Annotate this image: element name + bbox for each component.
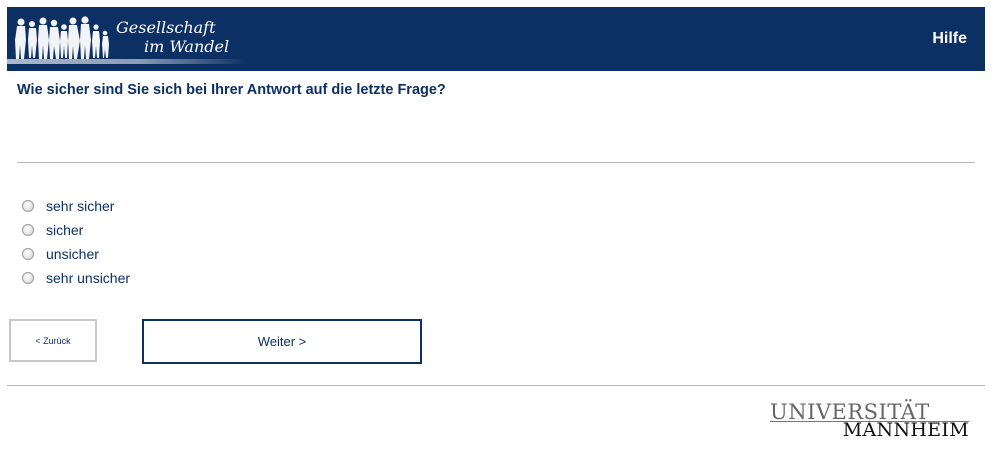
option-label: sehr sicher [46, 198, 115, 214]
logo-title-line2: im Wandel [144, 37, 230, 56]
answer-options: sehr sicher sicher unsicher sehr unsiche… [20, 194, 130, 290]
divider [17, 162, 975, 163]
radio-button[interactable] [22, 272, 34, 284]
radio-button[interactable] [22, 200, 34, 212]
logo-city-word: MANNHEIM [842, 419, 969, 441]
radio-button[interactable] [22, 248, 34, 260]
divider [7, 385, 985, 386]
option-sicher[interactable]: sicher [20, 218, 130, 242]
logo-title-line1: Gesellschaft [116, 18, 216, 37]
universitaet-mannheim-logo: UNIVERSITÄT MANNHEIM [770, 400, 970, 441]
option-sehr-sicher[interactable]: sehr sicher [20, 194, 130, 218]
option-label: unsicher [46, 246, 99, 262]
option-unsicher[interactable]: unsicher [20, 242, 130, 266]
option-label: sicher [46, 222, 84, 238]
option-sehr-unsicher[interactable]: sehr unsicher [20, 266, 130, 290]
question-text: Wie sicher sind Sie sich bei Ihrer Antwo… [17, 82, 446, 98]
option-label: sehr unsicher [46, 270, 131, 286]
gesellschaft-im-wandel-logo: Gesellschaft im Wandel [7, 7, 247, 71]
next-button[interactable]: Weiter > [142, 319, 422, 364]
header-banner: Gesellschaft im Wandel Hilfe [7, 7, 985, 71]
back-button[interactable]: < Zurück [9, 319, 97, 362]
radio-button[interactable] [22, 224, 34, 236]
help-link[interactable]: Hilfe [932, 30, 967, 48]
